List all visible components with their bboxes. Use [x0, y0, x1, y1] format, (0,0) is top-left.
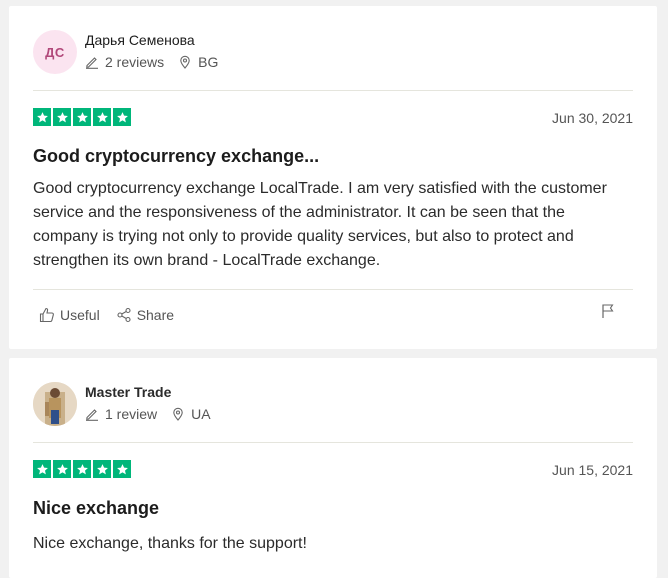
- star-icon: [93, 460, 111, 478]
- pencil-icon: [86, 57, 98, 69]
- star-icon: [113, 460, 131, 478]
- avatar[interactable]: [33, 382, 77, 426]
- flag-icon: [602, 304, 614, 318]
- review-title[interactable]: Nice exchange: [33, 498, 159, 519]
- review-card: Master Trade 1 review UA Jun 15, 2021 Ni…: [9, 358, 657, 578]
- star-icon: [53, 108, 71, 126]
- review-body: Nice exchange, thanks for the support!: [33, 535, 307, 552]
- review-count: 2 reviews: [105, 54, 165, 70]
- star-icon: [93, 108, 111, 126]
- useful-label: Useful: [60, 307, 100, 323]
- review-date: Jun 15, 2021: [552, 462, 633, 478]
- star-icon: [33, 108, 51, 126]
- avatar-photo-image: [33, 382, 77, 426]
- reviewer-country: UA: [191, 406, 211, 422]
- review-card: ДС Дарья Семенова 2 reviews BG Jun 30, 2…: [9, 6, 657, 349]
- review-title[interactable]: Good cryptocurrency exchange...: [33, 146, 319, 167]
- share-icon: [117, 307, 131, 323]
- star-icon: [73, 108, 91, 126]
- reviewer-header: ДС Дарья Семенова 2 reviews BG: [33, 30, 232, 74]
- share-button[interactable]: Share: [116, 307, 174, 323]
- review-body: Good cryptocurrency exchange LocalTrade.…: [33, 180, 607, 269]
- report-button[interactable]: [601, 303, 615, 324]
- avatar[interactable]: ДС: [33, 30, 77, 74]
- thumbs-up-icon: [39, 307, 54, 323]
- divider: [33, 442, 633, 443]
- pencil-icon: [86, 409, 98, 421]
- divider: [33, 90, 633, 91]
- reviewer-header: Master Trade 1 review UA: [33, 382, 225, 426]
- star-icon: [33, 460, 51, 478]
- star-icon: [73, 460, 91, 478]
- star-icon: [113, 108, 131, 126]
- divider: [33, 289, 633, 290]
- star-rating: [33, 460, 133, 478]
- location-pin-icon: [180, 55, 190, 69]
- reviewer-name[interactable]: Дарья Семенова: [85, 32, 232, 48]
- reviewer-country: BG: [198, 54, 219, 70]
- review-date: Jun 30, 2021: [552, 110, 633, 126]
- reviewer-name[interactable]: Master Trade: [85, 384, 225, 400]
- location-pin-icon: [173, 407, 183, 421]
- share-label: Share: [136, 307, 175, 323]
- star-rating: [33, 108, 133, 126]
- useful-button[interactable]: Useful: [39, 307, 100, 323]
- star-icon: [53, 460, 71, 478]
- review-count: 1 review: [105, 406, 158, 422]
